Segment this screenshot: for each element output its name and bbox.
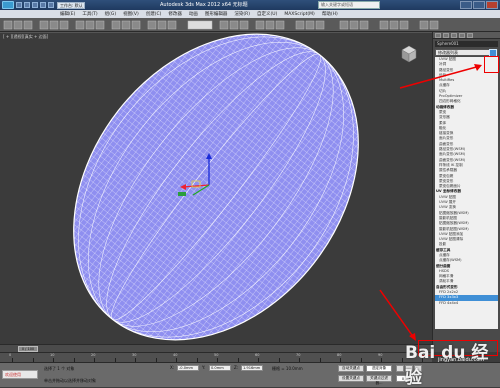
- y-label: Y:: [202, 365, 206, 370]
- modifier-list-dropdown[interactable]: 修改器列表: [435, 49, 498, 57]
- timeline-tick-label: 20: [91, 353, 96, 357]
- redo-icon[interactable]: [48, 2, 54, 8]
- menu-customize[interactable]: 自定义(U): [257, 11, 277, 17]
- object-name-field[interactable]: Sphere001: [435, 41, 498, 47]
- workspace-dropdown[interactable]: 工作台: 默认: [57, 1, 85, 9]
- minimize-button[interactable]: [460, 1, 472, 9]
- menu-graph-editors[interactable]: 图形编辑器: [205, 11, 228, 17]
- selection-status: 选择了 1 个 对象: [44, 366, 75, 371]
- timeline-tick-label: 40: [173, 353, 178, 357]
- menu-animation[interactable]: 动画: [189, 11, 198, 17]
- perspective-viewport[interactable]: [ + ][透视][真实 + 边面]: [0, 32, 432, 345]
- tab-display-icon[interactable]: [467, 33, 473, 38]
- key-filters-button[interactable]: 关键点过滤器...: [366, 375, 392, 385]
- timeline-tick-label: 90: [378, 353, 383, 357]
- tab-hierarchy-icon[interactable]: [451, 33, 457, 38]
- y-coordinate-field[interactable]: 0.0mm: [209, 365, 231, 371]
- prompt-line: 单击并拖动以选择并移动对象: [44, 378, 96, 383]
- timeline-tick-label: 70: [296, 353, 301, 357]
- timeline-tick-label: 0: [9, 353, 12, 357]
- x-label: X:: [170, 365, 175, 370]
- set-key-button[interactable]: 设置关键点: [338, 375, 364, 382]
- time-slider[interactable]: 0 / 100: [0, 344, 432, 352]
- track-bar[interactable]: 0 10 20 30 40 50 60 70 80 90 100: [0, 352, 432, 362]
- tab-modify-icon[interactable]: [443, 33, 449, 38]
- menu-help[interactable]: 帮助(H): [322, 11, 338, 17]
- baidu-watermark: Bai du 经验: [405, 343, 489, 388]
- close-button[interactable]: [486, 1, 498, 9]
- menu-view[interactable]: 视图(V): [123, 11, 139, 17]
- timeline-tick-label: 10: [50, 353, 55, 357]
- menu-rendering[interactable]: 渲染(R): [234, 11, 250, 17]
- app-menu-button[interactable]: [2, 1, 14, 9]
- maxscript-listener-button[interactable]: 欢迎使用: [2, 370, 38, 379]
- viewcube-icon[interactable]: [398, 43, 420, 65]
- z-coordinate-field[interactable]: 1.916mm: [241, 365, 263, 371]
- title-bar: 工作台: 默认 Autodesk 3ds Max 2012 x64 无标题 输入…: [0, 0, 500, 10]
- menu-edit[interactable]: 编辑(E): [60, 11, 75, 17]
- timeline-tick-label: 30: [132, 353, 137, 357]
- menu-tools[interactable]: 工具(T): [82, 11, 97, 17]
- timeline-tick-label: 60: [255, 353, 260, 357]
- command-panel: Sphere001 修改器列表 UVW 贴图 补洞 路径变形 优化 MultiRes 点缓…: [432, 32, 500, 352]
- sphere-mesh[interactable]: [0, 33, 432, 345]
- undo-icon[interactable]: [40, 2, 46, 8]
- main-toolbar: [0, 18, 500, 32]
- menu-maxscript[interactable]: MAXScript(M): [284, 12, 315, 17]
- baidu-watermark-url: jingyan.baidu.com: [438, 357, 485, 363]
- menu-group[interactable]: 组(G): [105, 11, 117, 17]
- menu-create[interactable]: 创建(C): [146, 11, 162, 17]
- timeline-tick-label: 50: [214, 353, 219, 357]
- open-file-icon[interactable]: [24, 2, 30, 8]
- auto-key-button[interactable]: 自动关键点: [338, 365, 364, 372]
- new-file-icon[interactable]: [16, 2, 22, 8]
- annotation-box-top: [484, 56, 499, 73]
- selected-dropdown[interactable]: 选定对象: [366, 365, 392, 372]
- tab-create-icon[interactable]: [435, 33, 441, 38]
- timeline-tick-label: 80: [337, 353, 342, 357]
- menu-modifiers[interactable]: 修改器: [168, 11, 182, 17]
- toolbar-icons[interactable]: [0, 18, 500, 32]
- modifier-list[interactable]: UVW 贴图 补洞 路径变形 优化 MultiRes 点缓存 切片 ProOptimizer 四…: [435, 57, 498, 329]
- window-title: Autodesk 3ds Max 2012 x64 无标题: [160, 2, 248, 8]
- z-label: Z:: [234, 365, 239, 370]
- menu-bar: 编辑(E) 工具(T) 组(G) 视图(V) 创建(C) 修改器 动画 图形编辑…: [0, 10, 500, 18]
- go-to-start-icon[interactable]: [396, 365, 404, 372]
- grid-size: 栅格 = 10.0mm: [272, 366, 303, 371]
- modifier-list-label: 修改器列表: [438, 50, 458, 55]
- panel-tabs: [433, 32, 500, 39]
- search-input[interactable]: 输入关键字或短语: [318, 1, 380, 9]
- modifier-list-item[interactable]: FFD 4x4x4: [435, 301, 498, 306]
- maximize-button[interactable]: [473, 1, 485, 9]
- save-file-icon[interactable]: [32, 2, 38, 8]
- x-coordinate-field[interactable]: -0.0mm: [177, 365, 199, 371]
- tab-motion-icon[interactable]: [459, 33, 465, 38]
